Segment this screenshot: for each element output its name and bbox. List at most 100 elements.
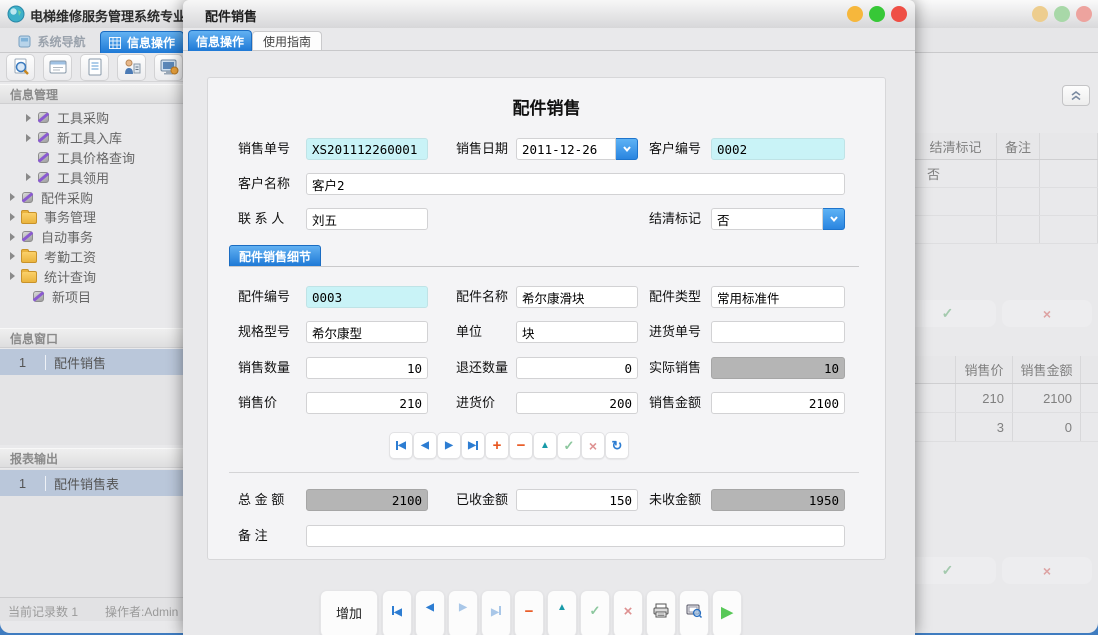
sale-no-field[interactable]: [306, 138, 428, 160]
last-icon: [499, 606, 501, 615]
tree-item-parts-purchase[interactable]: 配件采购: [0, 187, 183, 207]
delete-button[interactable]: −: [514, 590, 544, 635]
nav-next-button[interactable]: ▶: [437, 432, 461, 459]
search-button[interactable]: [6, 54, 35, 81]
next-icon: ▶: [459, 603, 467, 613]
next-button[interactable]: ▶: [448, 590, 478, 635]
cardfile-button[interactable]: [43, 54, 72, 81]
maximize-button[interactable]: [1054, 6, 1070, 22]
collapse-panel-button[interactable]: [1062, 85, 1090, 106]
expand-arrow-icon[interactable]: [10, 193, 15, 201]
minimize-button[interactable]: [1032, 6, 1048, 22]
detail-tab[interactable]: 配件销售细节: [229, 245, 321, 267]
nav-delete-button[interactable]: −: [509, 432, 533, 459]
sale-qty-field[interactable]: [306, 357, 428, 379]
part-no-field[interactable]: [306, 286, 428, 308]
minus-icon: −: [517, 437, 526, 454]
expand-arrow-icon[interactable]: [10, 213, 15, 221]
personnel-button[interactable]: [117, 54, 146, 81]
sale-date-field[interactable]: [516, 138, 616, 160]
expand-arrow-icon[interactable]: [26, 173, 31, 181]
table-row[interactable]: 3 0: [915, 413, 1098, 442]
next-icon: ▶: [445, 441, 453, 451]
tab-info-ops[interactable]: 信息操作: [100, 31, 184, 53]
print-button[interactable]: [646, 590, 676, 635]
nav-prev-button[interactable]: ◀: [413, 432, 437, 459]
expand-arrow-icon[interactable]: [10, 252, 15, 260]
nav-refresh-button[interactable]: ↻: [605, 432, 629, 459]
dialog-maximize-button[interactable]: [869, 6, 885, 22]
dialog-tab-user-guide[interactable]: 使用指南: [252, 31, 322, 50]
tree-item-tool-requisition[interactable]: 工具领用: [0, 167, 183, 187]
nav-first-button[interactable]: ◀: [389, 432, 413, 459]
nav-last-button[interactable]: ▶: [461, 432, 485, 459]
document-icon: [85, 58, 105, 76]
list-item-parts-sales[interactable]: 1 配件销售: [0, 349, 183, 375]
settled-label: 结清标记: [649, 208, 701, 230]
monitor-button[interactable]: [154, 54, 183, 81]
cancel-button-bg[interactable]: ×: [1002, 300, 1092, 327]
tree-item-attendance-salary[interactable]: 考勤工资: [0, 247, 183, 267]
edit-button[interactable]: ▲: [547, 590, 577, 635]
purchase-price-field[interactable]: [516, 392, 638, 414]
tree-item-auto-transaction[interactable]: 自动事务: [0, 227, 183, 247]
customer-name-field[interactable]: [306, 173, 845, 195]
tab-system-nav[interactable]: 系统导航: [6, 31, 98, 52]
tree-item-tool-price-query[interactable]: 工具价格查询: [0, 148, 183, 168]
close-button[interactable]: [1076, 6, 1092, 22]
purchase-no-field[interactable]: [711, 321, 845, 343]
cell-sale-price: 3: [956, 413, 1013, 441]
document-button[interactable]: [80, 54, 109, 81]
settled-dropdown-button[interactable]: [823, 208, 845, 230]
confirm-button[interactable]: ✓: [580, 590, 610, 635]
tree-item-tool-purchase[interactable]: 工具采购: [0, 108, 183, 128]
received-field[interactable]: [516, 489, 638, 511]
add-button[interactable]: 增加: [320, 590, 378, 635]
spec-field[interactable]: [306, 321, 428, 343]
first-button[interactable]: ◀: [382, 590, 412, 635]
statusbar: 当前记录数 1 操作者:Admin: [0, 597, 183, 621]
dialog-close-button[interactable]: [891, 6, 907, 22]
list-item-parts-sales-report[interactable]: 1 配件销售表: [0, 470, 183, 496]
tool-icon: [37, 151, 50, 164]
part-name-field[interactable]: [516, 286, 638, 308]
table-row[interactable]: [915, 216, 1098, 244]
tree-item-statistics-query[interactable]: 统计查询: [0, 266, 183, 286]
column-header: 销售价: [956, 356, 1013, 383]
cancel-button[interactable]: ×: [613, 590, 643, 635]
customer-no-field[interactable]: [711, 138, 845, 160]
dialog-tab-info-ops[interactable]: 信息操作: [188, 30, 252, 51]
tree-item-label: 工具采购: [57, 108, 109, 127]
tree-item-new-project[interactable]: 新项目: [0, 286, 183, 306]
table-row[interactable]: 210 2100: [915, 384, 1098, 413]
sale-amount-field[interactable]: [711, 392, 845, 414]
nav-add-button[interactable]: +: [485, 432, 509, 459]
table-row[interactable]: 否: [915, 160, 1098, 188]
sale-price-field[interactable]: [306, 392, 428, 414]
expand-arrow-icon[interactable]: [26, 134, 31, 142]
contact-field[interactable]: [306, 208, 428, 230]
nav-confirm-button[interactable]: ✓: [557, 432, 581, 459]
expand-arrow-icon[interactable]: [26, 114, 31, 122]
nav-edit-button[interactable]: ▲: [533, 432, 557, 459]
prev-button[interactable]: ◀: [415, 590, 445, 635]
tree-item-label: 工具价格查询: [57, 148, 135, 167]
sale-date-dropdown-button[interactable]: [616, 138, 638, 160]
tree-item-transaction-mgmt[interactable]: 事务管理: [0, 207, 183, 227]
unit-field[interactable]: [516, 321, 638, 343]
return-qty-field[interactable]: [516, 357, 638, 379]
remark-field[interactable]: [306, 525, 845, 547]
section-divider: [229, 472, 859, 473]
table-row[interactable]: [915, 188, 1098, 216]
expand-arrow-icon[interactable]: [10, 272, 15, 280]
tree-item-new-tool-storage[interactable]: 新工具入库: [0, 128, 183, 148]
dialog-minimize-button[interactable]: [847, 6, 863, 22]
cancel-button-bg2[interactable]: ×: [1002, 557, 1092, 584]
part-type-field[interactable]: [711, 286, 845, 308]
print-preview-button[interactable]: [679, 590, 709, 635]
last-button[interactable]: ▶: [481, 590, 511, 635]
nav-cancel-button[interactable]: ×: [581, 432, 605, 459]
run-button[interactable]: ▶: [712, 590, 742, 635]
settled-field[interactable]: [711, 208, 823, 230]
expand-arrow-icon[interactable]: [10, 233, 15, 241]
